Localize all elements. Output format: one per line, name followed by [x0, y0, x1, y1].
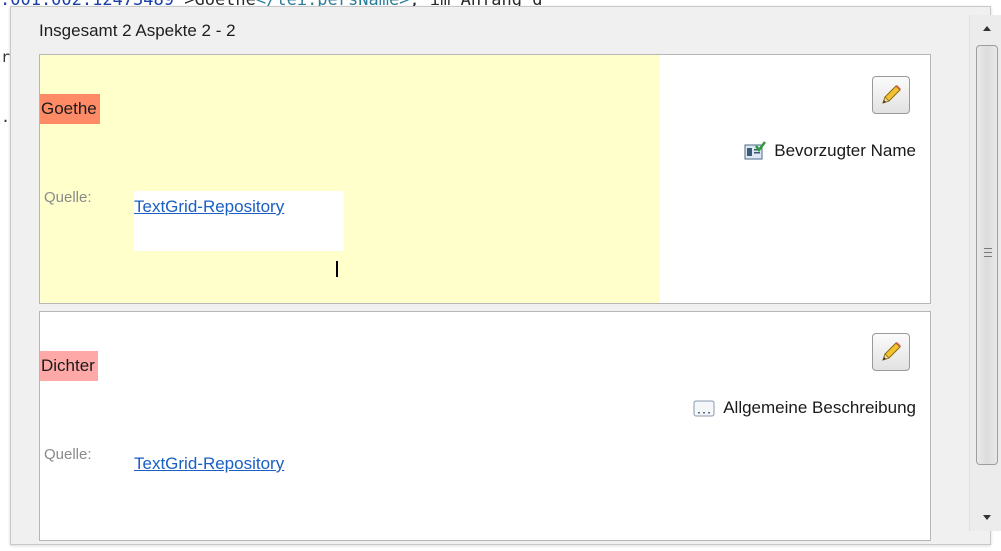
- highlight-area: [40, 55, 660, 303]
- gutter-char: r: [1, 48, 11, 66]
- scroll-thumb[interactable]: [976, 45, 998, 465]
- gutter-char: .: [1, 108, 11, 126]
- edit-button[interactable]: [872, 333, 910, 371]
- arrow-up-icon[interactable]: [979, 21, 995, 35]
- text-caret: [336, 261, 338, 277]
- aspect-type-label: Bevorzugter Name: [774, 141, 916, 160]
- popup-content: Insgesamt 2 Aspekte 2 - 2 Goethe Quelle:…: [35, 15, 1001, 541]
- aspects-popup: Insgesamt 2 Aspekte 2 - 2 Goethe Quelle:…: [10, 6, 1001, 545]
- aspect-name: Dichter: [40, 351, 98, 381]
- preferred-name-icon: [744, 141, 767, 160]
- general-description-icon: [693, 400, 715, 417]
- aspect-type: Allgemeine Beschreibung: [693, 395, 916, 421]
- source-label: Quelle:: [44, 189, 92, 206]
- aspect-card-goethe: Goethe Quelle: TextGrid-Repository Bevor…: [39, 54, 931, 304]
- source-link[interactable]: TextGrid-Repository: [134, 197, 284, 217]
- grip-icon: [984, 248, 992, 258]
- aspects-header: Insgesamt 2 Aspekte 2 - 2: [39, 21, 236, 40]
- pencil-icon: [882, 85, 901, 104]
- vertical-scrollbar[interactable]: [969, 15, 1001, 531]
- pencil-icon: [882, 342, 901, 361]
- aspect-card-dichter: Dichter Quelle: TextGrid-Repository Allg…: [39, 311, 931, 541]
- edit-button[interactable]: [872, 76, 910, 114]
- aspect-type-label: Allgemeine Beschreibung: [723, 398, 916, 417]
- aspect-name: Goethe: [40, 94, 100, 124]
- arrow-down-icon[interactable]: [979, 511, 995, 525]
- aspect-type: Bevorzugter Name: [744, 138, 916, 164]
- source-label: Quelle:: [44, 446, 92, 463]
- source-link[interactable]: TextGrid-Repository: [134, 454, 284, 474]
